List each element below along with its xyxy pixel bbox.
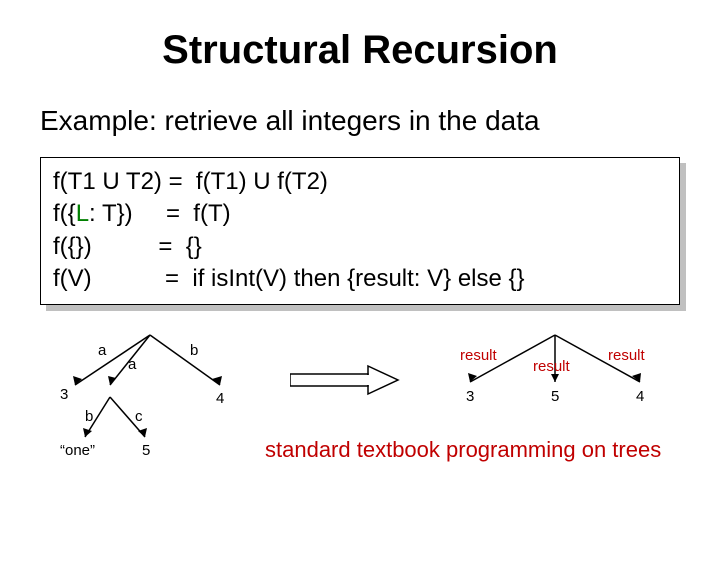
out-leaf-5: 5: [551, 388, 559, 405]
transform-arrow-icon: [290, 362, 400, 398]
label-highlight: L: [76, 200, 89, 227]
leaf-4: 4: [216, 390, 224, 407]
leaf-5: 5: [142, 442, 150, 459]
code-box: f(T1 U T2) = f(T1) U f(T2) f({L: T}) = f…: [40, 157, 680, 305]
code-line-1: f(T1 U T2) = f(T1) U f(T2): [53, 166, 667, 198]
output-tree: result result result 3 5 4: [430, 327, 680, 427]
leaf-one: “one”: [60, 442, 95, 459]
code-line-4: f(V) = if isInt(V) then {result: V} else…: [53, 263, 667, 295]
leaf-3b: 3: [60, 386, 68, 403]
edge-label-result-3: result: [608, 347, 646, 364]
diagram-area: a a b 3 b c “one” 5 4 a: [0, 327, 720, 497]
edge-label-result-2: result: [533, 358, 571, 375]
out-leaf-3: 3: [466, 388, 474, 405]
edge-label-a2b: a: [128, 356, 137, 373]
slide-title: Structural Recursion: [0, 28, 720, 73]
caption-text: standard textbook programming on trees: [265, 437, 661, 463]
code-line-2: f({L: T}) = f(T): [53, 198, 667, 230]
edge-label-b1b: b: [190, 342, 198, 359]
code-line-3: f({}) = {}: [53, 231, 667, 263]
code-box-content: f(T1 U T2) = f(T1) U f(T2) f({L: T}) = f…: [40, 157, 680, 305]
edge-label-a1b: a: [98, 342, 107, 359]
slide-subtitle: Example: retrieve all integers in the da…: [40, 105, 720, 137]
edge-label-result-1: result: [460, 347, 498, 364]
out-leaf-4: 4: [636, 388, 644, 405]
edge-label-b-lower: b: [85, 408, 93, 425]
input-tree: a a b 3 b c “one” 5 4 a: [50, 327, 270, 477]
edge-label-c-lower: c: [135, 408, 143, 425]
